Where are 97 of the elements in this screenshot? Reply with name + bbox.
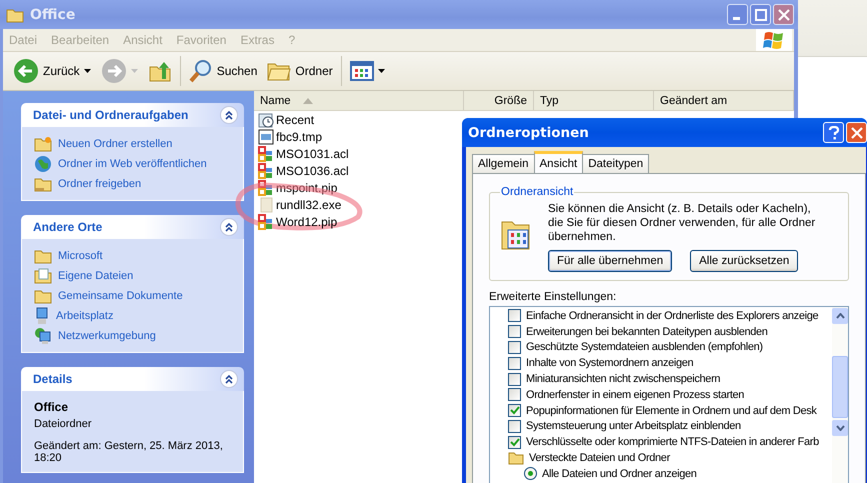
checkbox[interactable]	[508, 340, 521, 354]
panel-header[interactable]: Andere Orte	[21, 215, 244, 239]
tab[interactable]: Ansicht	[534, 151, 584, 173]
close-icon	[850, 126, 862, 138]
task-link[interactable]: Ordner freigeben	[58, 178, 142, 190]
checkbox[interactable]	[508, 309, 521, 322]
file-name[interactable]: Word12.pip	[276, 214, 338, 228]
office-file-icon	[258, 214, 274, 230]
description-text: Sie können die Ansicht (z. B. Details oder Kacheln), die Sie für diesen Ordner verwenden, für alle Ordner übernehmen.	[548, 202, 816, 244]
folders-button[interactable]: Ordner	[263, 58, 337, 84]
setting-label: Erweiterungen bei bekannten Dateitypen ausblenden	[526, 326, 768, 338]
setting-label: Miniaturansichten nicht zwischenspeichern	[526, 373, 720, 386]
details-name: Office	[34, 400, 70, 414]
folder-icon	[34, 136, 52, 152]
office-file-icon	[258, 180, 274, 196]
details-modified: Geändert am: Gestern, 25. März 2013, 18:20	[34, 440, 224, 464]
panel-header[interactable]: Details	[21, 367, 244, 391]
file-icon	[258, 128, 274, 144]
minimize-button[interactable]	[727, 4, 748, 25]
collapse-icon[interactable]	[220, 106, 238, 124]
task-link[interactable]: Eigene Dateien	[58, 270, 134, 282]
help-button[interactable]	[823, 122, 844, 143]
group-title: Ordneransicht	[500, 186, 574, 198]
computer-icon	[34, 307, 50, 325]
column-header[interactable]: Typ	[534, 91, 654, 110]
checkbox[interactable]	[508, 372, 521, 386]
dialog-button[interactable]: Alle zurücksetzen	[690, 250, 798, 272]
background-window	[798, 0, 867, 57]
views-icon	[350, 60, 374, 82]
setting-label: Alle Dateien und Ordner anzeigen	[542, 468, 697, 480]
scrollbar[interactable]	[832, 307, 848, 483]
checkbox[interactable]	[508, 404, 521, 418]
checkbox[interactable]	[508, 388, 521, 402]
task-link[interactable]: Neuen Ordner erstellen	[58, 138, 172, 150]
checkbox[interactable]	[508, 325, 521, 338]
dialog-button[interactable]: Für alle übernehmen	[548, 250, 672, 272]
tab[interactable]: Allgemein	[472, 154, 534, 173]
setting-label: Verschlüsselte oder komprimierte NTFS-Dateien in anderer Farb	[526, 436, 819, 448]
collapse-icon[interactable]	[220, 218, 238, 236]
folder-icon	[6, 6, 24, 22]
minimize-icon	[732, 17, 740, 20]
windows-logo-icon	[756, 29, 792, 51]
maximize-icon	[754, 8, 766, 20]
file-name[interactable]: rundll32.exe	[276, 198, 342, 212]
documents-icon	[34, 268, 52, 284]
panel-header[interactable]: Datei- und Ordneraufgaben	[21, 103, 244, 127]
tab[interactable]: Dateitypen	[582, 154, 650, 173]
setting-label: Ordnerfenster in einem eigenen Prozess starten	[526, 388, 744, 401]
setting-label: Versteckte Dateien und Ordner	[529, 452, 670, 464]
setting-label: Systemsteuerung unter Arbeitsplatz einblenden	[526, 420, 741, 432]
back-button[interactable]: Zurück	[9, 56, 95, 86]
file-name[interactable]: MSO1036.acl	[276, 164, 349, 178]
file-name[interactable]: MSO1031.acl	[276, 146, 349, 160]
collapse-icon[interactable]	[220, 370, 238, 388]
window-title: Office	[30, 6, 76, 22]
office-file-icon	[258, 146, 274, 162]
file-name[interactable]: fbc9.tmp	[276, 130, 322, 144]
setting-label: Inhalte von Systemordnern anzeigen	[526, 357, 694, 370]
folder-icon	[34, 248, 52, 264]
setting-label: Popupinformationen für Elemente in Ordnern und auf dem Desk	[526, 404, 817, 417]
task-link[interactable]: Ordner im Web veröffentlichen	[58, 158, 207, 170]
checkbox[interactable]	[508, 436, 521, 449]
search-icon	[188, 59, 213, 83]
column-header[interactable]: Geändert am	[654, 91, 794, 110]
details-type: Dateiordner	[34, 418, 92, 430]
office-file-icon	[258, 162, 274, 178]
file-name[interactable]: Recent	[276, 112, 314, 126]
setting-label: Geschützte Systemdateien ausblenden (empfohlen)	[526, 341, 763, 354]
task-link[interactable]: Arbeitsplatz	[56, 310, 114, 322]
close-button[interactable]	[773, 4, 794, 25]
folder-icon	[34, 288, 52, 304]
network-icon	[34, 327, 52, 345]
close-icon	[778, 8, 790, 20]
help-icon	[828, 126, 840, 140]
blank-file-icon	[258, 196, 274, 212]
search-button[interactable]: Suchen	[184, 57, 262, 85]
checkbox[interactable]	[508, 356, 521, 370]
dropdown-arrow-icon[interactable]	[84, 69, 91, 73]
section-label: Erweiterte Einstellungen:	[489, 291, 618, 303]
radio-button[interactable]	[524, 467, 537, 480]
scroll-up-button[interactable]	[832, 308, 848, 324]
shared-folder-icon	[34, 176, 52, 192]
folder-icon	[508, 451, 524, 466]
setting-label: Einfache Ordneransicht in der Ordnerliste des Explorers anzeige	[526, 310, 818, 322]
task-link[interactable]: Netzwerkumgebung	[58, 330, 156, 342]
dropdown-arrow-icon[interactable]	[378, 69, 385, 73]
maximize-button[interactable]	[750, 4, 771, 25]
globe-icon	[34, 155, 52, 173]
task-link[interactable]: Microsoft	[58, 250, 103, 262]
task-link[interactable]: Gemeinsame Dokumente	[58, 290, 183, 302]
clock-folder-icon	[258, 112, 274, 128]
scroll-thumb[interactable]	[832, 356, 848, 418]
column-header[interactable]: Name	[254, 91, 464, 110]
scroll-down-button[interactable]	[832, 420, 848, 436]
checkbox[interactable]	[508, 420, 521, 433]
dialog-title: Ordneroptionen	[468, 124, 590, 140]
column-header[interactable]: Größe	[464, 91, 534, 110]
